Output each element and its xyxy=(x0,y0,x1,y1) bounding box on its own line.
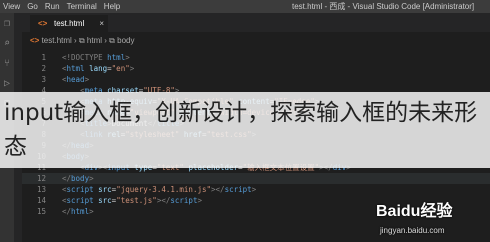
breadcrumb-node-body[interactable]: body xyxy=(117,36,134,45)
run-debug-icon[interactable]: ▷ xyxy=(2,79,12,89)
tab-label: test.html xyxy=(54,19,85,28)
code-text[interactable]: <head> xyxy=(62,74,89,85)
line-number: 14 xyxy=(36,196,46,205)
code-text[interactable]: <!DOCTYPE html> xyxy=(62,52,130,63)
line-number: 1 xyxy=(41,53,46,62)
menu-item-view[interactable]: View xyxy=(3,2,20,11)
watermark: Baidu经验 jingyan.baidu.com xyxy=(372,202,488,240)
line-number: 13 xyxy=(36,185,46,194)
explorer-icon[interactable]: ❐ xyxy=(2,19,12,29)
html-file-icon: <> xyxy=(30,36,40,45)
caption-text: input输入框，创新设计，探索输入框的未来形态 xyxy=(4,100,478,160)
code-line[interactable]: 2 <html lang="en"> xyxy=(22,63,490,74)
breadcrumb-file[interactable]: test.html xyxy=(42,36,72,45)
line-number: 15 xyxy=(36,207,46,216)
line-number: 3 xyxy=(41,75,46,84)
line-number: 12 xyxy=(36,174,46,183)
tab-test-html[interactable]: <> test.html × xyxy=(30,15,108,32)
line-number: 2 xyxy=(41,64,46,73)
code-text[interactable]: </html> xyxy=(62,206,94,217)
code-text[interactable]: <html lang="en"> xyxy=(62,63,134,74)
breadcrumb-element-icon: ⧉ xyxy=(78,36,85,45)
menu-item-terminal[interactable]: Terminal xyxy=(67,2,97,11)
breadcrumb-element-icon: ⧉ xyxy=(109,36,115,45)
title-bar: View Go Run Terminal Help test.html - 西成 - V… xyxy=(0,0,490,13)
breadcrumb: <> test.html › ⧉ html › ⧉ body xyxy=(30,35,134,47)
breadcrumb-node-html[interactable]: html xyxy=(87,36,102,45)
code-line[interactable]: 13 <script src="jquery-3.4.1.min.js"></sc… xyxy=(22,184,490,195)
search-icon[interactable]: ⌕ xyxy=(2,39,12,49)
window-title: test.html - 西成 - Visual Studio Code [Adm… xyxy=(292,2,475,11)
code-text[interactable]: <script src="test.js"></script> xyxy=(62,195,202,206)
code-text[interactable]: </body> xyxy=(62,173,94,184)
watermark-url: jingyan.baidu.com xyxy=(380,226,445,235)
menu-item-go[interactable]: Go xyxy=(27,2,38,11)
code-text[interactable]: <script src="jquery-3.4.1.min.js"></scri… xyxy=(62,184,256,195)
menu-bar: View Go Run Terminal Help xyxy=(0,0,124,13)
menu-item-help[interactable]: Help xyxy=(104,2,120,11)
tab-bar: <> test.html × xyxy=(22,13,490,32)
chevron-right-icon: › xyxy=(104,36,107,45)
html-file-icon: <> xyxy=(38,19,48,28)
close-icon[interactable]: × xyxy=(99,15,104,32)
menu-item-run[interactable]: Run xyxy=(45,2,60,11)
chevron-right-icon: › xyxy=(74,36,77,45)
code-line[interactable]: 3 <head> xyxy=(22,74,490,85)
code-line[interactable]: 1 <!DOCTYPE html> xyxy=(22,52,490,63)
watermark-logo: Baidu经验 xyxy=(376,203,453,220)
source-control-icon[interactable]: ⑂ xyxy=(2,59,12,69)
code-line[interactable]: 12 </body> xyxy=(22,173,490,184)
